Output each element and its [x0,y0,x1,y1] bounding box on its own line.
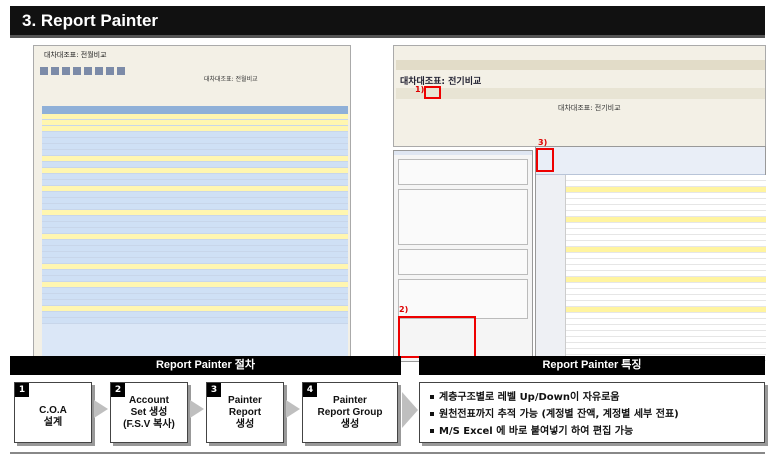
page-title: 3. Report Painter [22,11,159,30]
export-options [398,279,528,319]
bullet-icon [430,412,434,416]
toolbar-icon[interactable] [62,67,70,75]
toolbar-icon[interactable] [117,67,125,75]
table-row[interactable] [42,318,348,324]
callout-3-box [536,148,554,172]
header-line: 대차대조표: 전월비교 [204,76,258,83]
excel-outline-panel [536,175,566,363]
dialog-section [398,189,528,245]
highlight-row [566,277,766,282]
callout-1-box [424,86,441,99]
sap-report-window-left: 대차대조표: 전월비교 대차대조표: 전월비교 [33,45,351,362]
application-toolbar [396,88,765,99]
features-header: Report Painter 특징 [419,356,765,375]
step-label: Painter Report 생성 [228,395,262,430]
bullet-icon [430,395,434,399]
callout-2: 2) [399,305,409,314]
excel-cells[interactable] [566,175,766,363]
step-1: 1 C.O.A 설계 [14,382,92,443]
feature-text: M/S Excel 에 바로 붙여넣기 하여 편집 가능 [439,426,634,437]
arrow-icon [402,392,418,428]
highlight-row [566,307,766,312]
standard-toolbar [396,60,765,70]
excel-window [535,146,766,363]
step-label: C.O.A 설계 [39,405,67,428]
toolbar-icon[interactable] [73,67,81,75]
arrow-icon [190,400,204,418]
toolbar-icon[interactable] [40,67,48,75]
feature-item: 계층구조별로 레벨 Up/Down이 자유로움 [430,389,754,406]
feature-text: 계층구조별로 레벨 Up/Down이 자유로움 [439,392,620,403]
highlight-row [566,217,766,222]
window-title: 대차대조표: 전월비교 [44,51,107,59]
info-line: 대차대조표: 전기비교 [558,104,621,112]
report-header-right: 대차대조표: 전월비교 [204,76,258,83]
step-label: Account Set 생성 (F.S.V 복사) [123,395,175,430]
highlight-row [566,247,766,252]
callout-3: 3) [538,138,548,147]
dialog-section [398,159,528,185]
report-grid [42,106,348,361]
divider [10,452,765,454]
toolbar-icon[interactable] [84,67,92,75]
arrow-icon [94,400,108,418]
dialog-section [398,249,528,275]
excel-ribbon [536,147,765,175]
features-box: 계층구조별로 레벨 Up/Down이 자유로움 원천전표까지 추적 가능 (계정… [419,382,765,443]
step-number: 1 [15,383,29,397]
callout-2-box [398,316,476,358]
option-radio[interactable] [399,288,527,292]
step-2: 2 Account Set 생성 (F.S.V 복사) [110,382,188,443]
callout-1: 1) [415,85,425,94]
toolbar-icon[interactable] [51,67,59,75]
toolbar-icon[interactable] [95,67,103,75]
title-bar: 3. Report Painter [10,6,765,38]
feature-item: 원천전표까지 추적 가능 (계정별 잔액, 계정별 세부 전표) [430,406,754,423]
feature-item: M/S Excel 에 바로 붙여넣기 하여 편집 가능 [430,423,754,440]
grid-header [42,106,348,114]
sap-report-window-right: 대차대조표: 전기비교 대차대조표: 전기비교 [393,45,766,147]
toolbar-icon[interactable] [106,67,114,75]
arrow-icon [286,400,300,418]
bullet-icon [430,429,434,433]
feature-text: 원천전표까지 추적 가능 (계정별 잔액, 계정별 세부 전표) [439,409,679,420]
toolbar [40,60,346,75]
procedure-header: Report Painter 절차 [10,356,401,375]
dialog-title [394,151,532,155]
report-info-right: 대차대조표: 전기비교 [558,104,621,113]
step-3: 3 Painter Report 생성 [206,382,284,443]
step-4: 4 Painter Report Group 생성 [302,382,398,443]
highlight-row [566,187,766,192]
step-label: Painter Report Group 생성 [317,395,383,430]
